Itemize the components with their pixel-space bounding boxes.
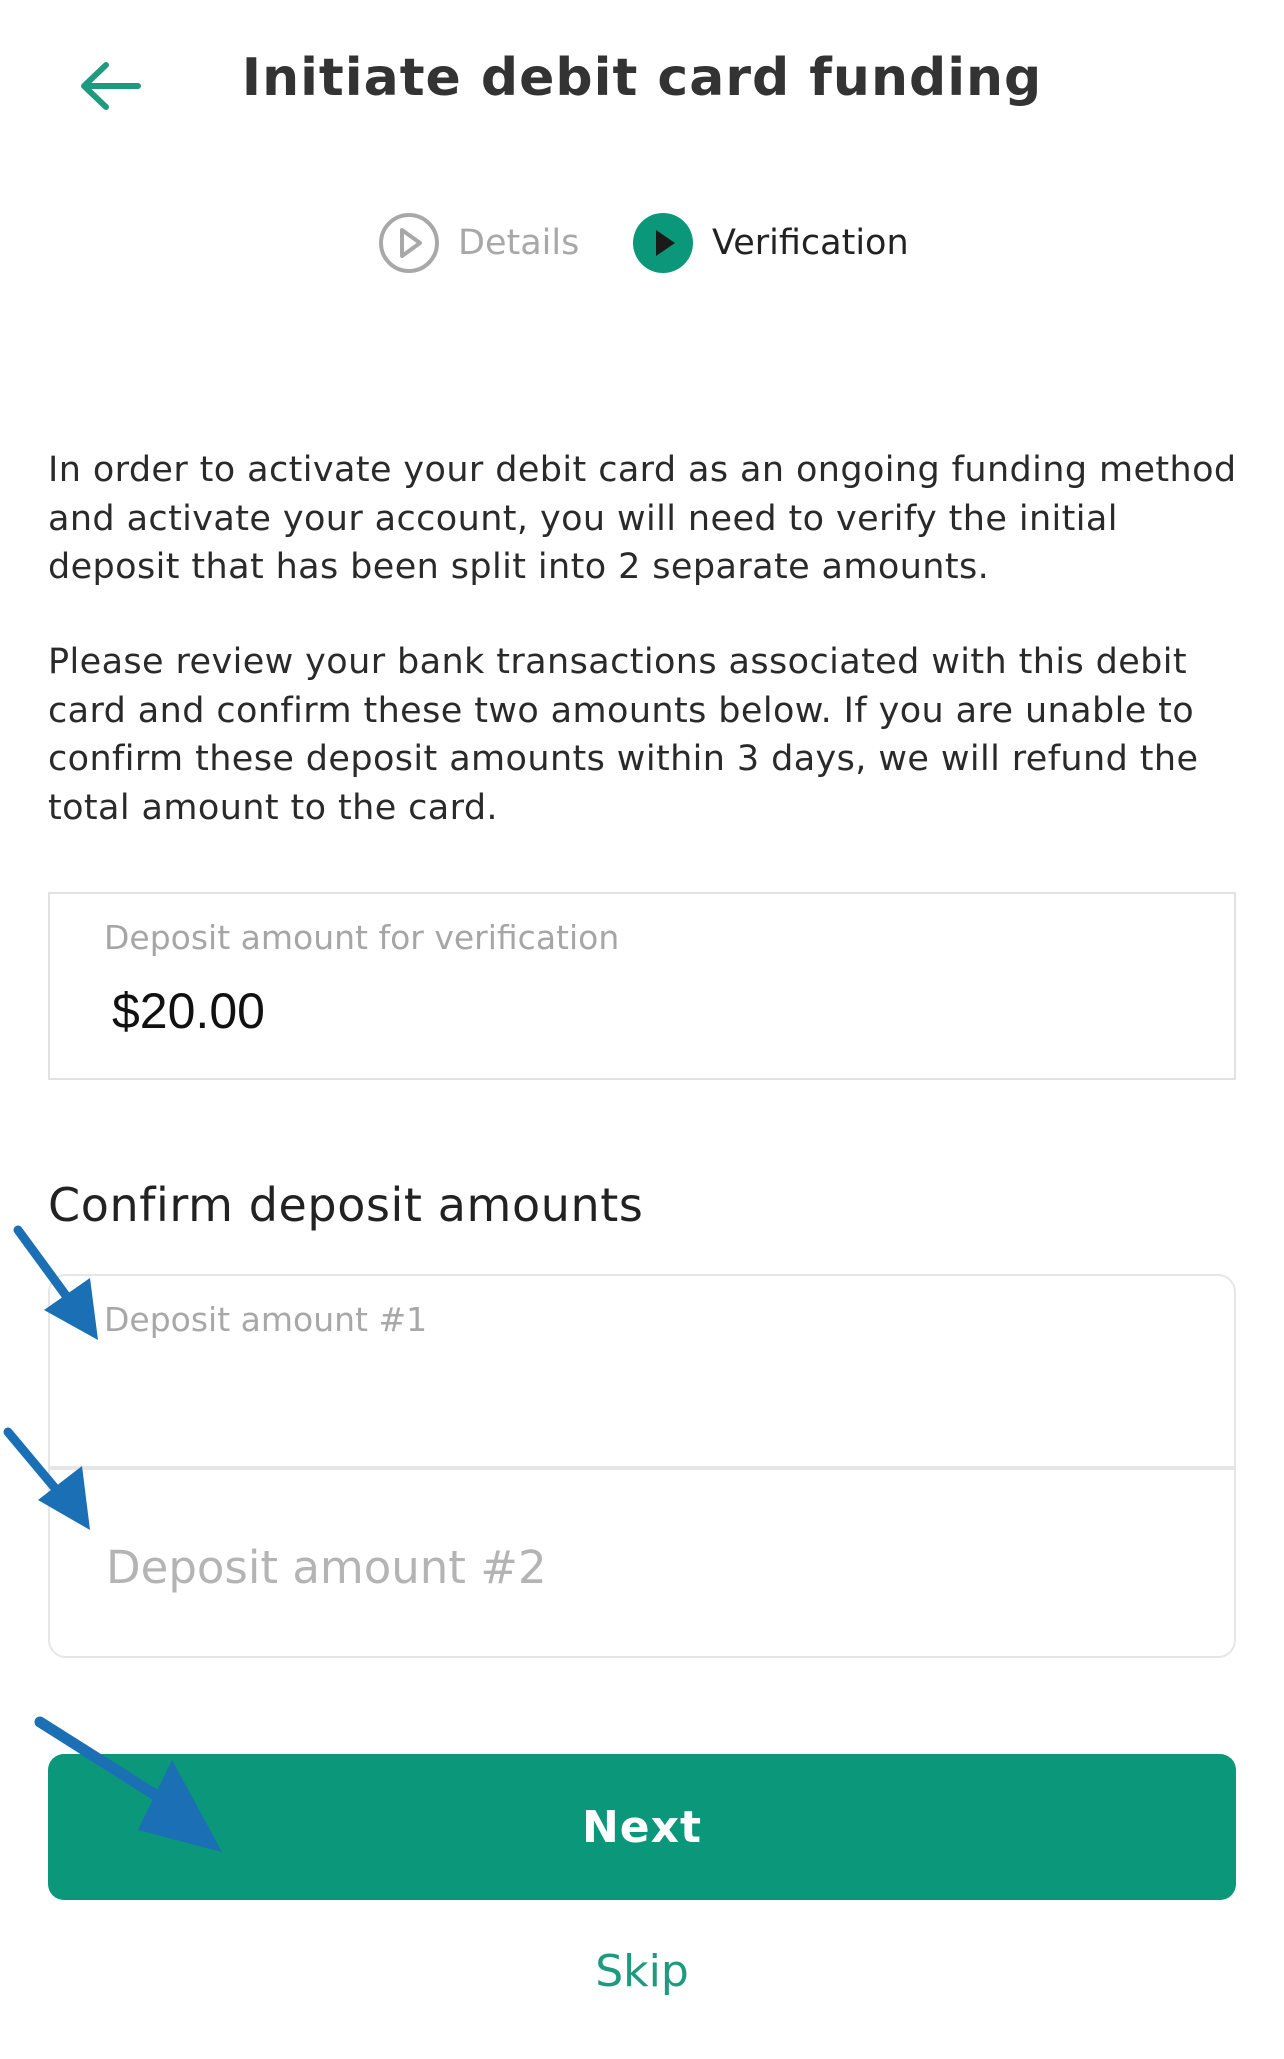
deposit-amount-1-cell[interactable]: Deposit amount #1 <box>50 1276 1234 1470</box>
step-verification-label: Verification <box>712 223 909 263</box>
confirm-section-title: Confirm deposit amounts <box>48 1178 644 1232</box>
arrow-left-icon <box>81 62 141 110</box>
deposit-verification-field: Deposit amount for verification $20.00 <box>48 892 1236 1080</box>
skip-link[interactable]: Skip <box>0 1946 1284 1997</box>
play-filled-icon <box>633 213 693 273</box>
back-button[interactable] <box>78 60 142 112</box>
deposit-verification-value: $20.00 <box>112 983 265 1039</box>
instructions-paragraph-2: Please review your bank transactions ass… <box>48 642 1199 828</box>
deposit-amount-1-input[interactable] <box>104 1360 1204 1432</box>
deposit-amount-1-label: Deposit amount #1 <box>104 1300 428 1339</box>
funding-verification-screen: Initiate debit card funding Details Veri… <box>0 0 1284 2059</box>
deposit-verification-label: Deposit amount for verification <box>104 918 620 957</box>
next-button[interactable]: Next <box>48 1754 1236 1900</box>
play-outline-icon <box>379 213 439 273</box>
step-verification: Verification <box>632 212 909 274</box>
instructions-paragraph-1: In order to activate your debit card as … <box>48 450 1237 587</box>
page-title: Initiate debit card funding <box>241 48 1043 108</box>
step-details-label: Details <box>458 223 580 263</box>
deposit-amount-2-input[interactable] <box>104 1526 1204 1608</box>
deposit-inputs-group: Deposit amount #1 <box>48 1274 1236 1658</box>
step-details: Details <box>378 212 579 274</box>
deposit-amount-2-cell[interactable] <box>50 1470 1234 1656</box>
